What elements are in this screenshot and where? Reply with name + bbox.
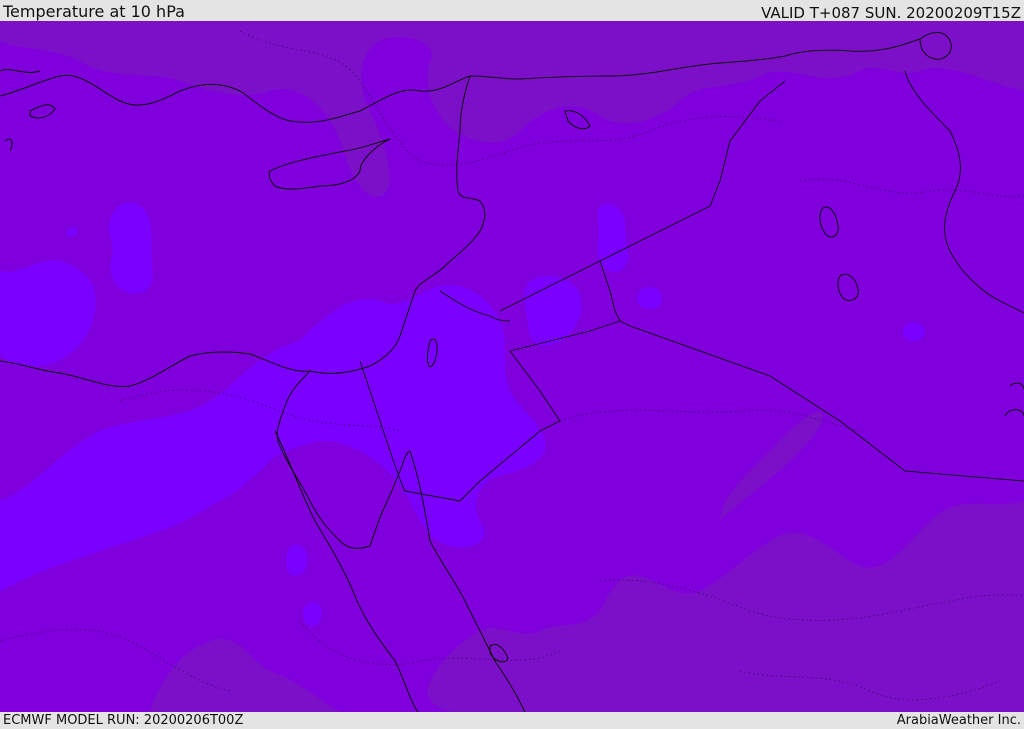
model-run-label: ECMWF MODEL RUN: 20200206T00Z xyxy=(3,713,244,728)
weather-map-page: Temperature at 10 hPa VALID T+087 SUN. 2… xyxy=(0,0,1024,729)
field-zone-north-cool-blob xyxy=(108,202,153,294)
field-zone-small-cool-2 xyxy=(902,322,926,341)
valid-time-label: VALID T+087 SUN. 20200209T15Z xyxy=(761,4,1021,22)
credit-label: ArabiaWeather Inc. xyxy=(896,713,1021,728)
field-zone-small-cool-1 xyxy=(637,286,662,309)
map-title: Temperature at 10 hPa xyxy=(3,2,185,21)
temperature-map xyxy=(0,21,1024,712)
